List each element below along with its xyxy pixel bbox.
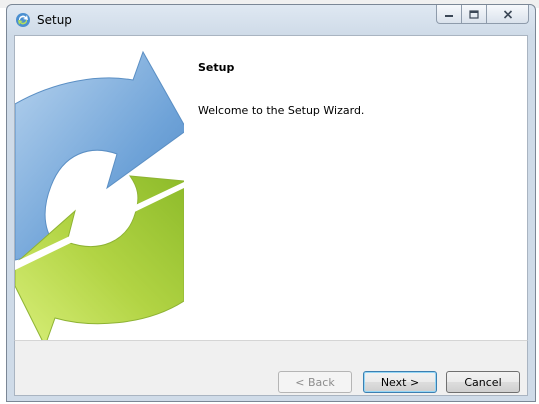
welcome-text: Welcome to the Setup Wizard.: [198, 104, 365, 117]
back-button[interactable]: < Back: [278, 371, 352, 393]
close-button[interactable]: [486, 5, 529, 24]
setup-refresh-icon: [16, 13, 30, 27]
wizard-content-panel: Setup Welcome to the Setup Wizard.: [14, 35, 528, 370]
cancel-button[interactable]: Cancel: [446, 371, 520, 393]
setup-window: Setup Setup Welcome to the Setup Wizard.…: [6, 4, 536, 402]
title-bar[interactable]: Setup: [7, 5, 535, 35]
circular-arrows-icon: [15, 50, 184, 348]
close-icon: [503, 9, 512, 19]
next-button[interactable]: Next >: [363, 371, 437, 393]
maximize-button[interactable]: [461, 5, 487, 24]
window-title: Setup: [37, 13, 72, 27]
caption-buttons: [436, 5, 529, 25]
wizard-button-bar: < Back Next > Cancel: [14, 340, 528, 396]
maximize-icon: [469, 9, 479, 19]
minimize-button[interactable]: [436, 5, 462, 24]
page-heading: Setup: [198, 61, 235, 74]
minimize-icon: [445, 15, 453, 17]
